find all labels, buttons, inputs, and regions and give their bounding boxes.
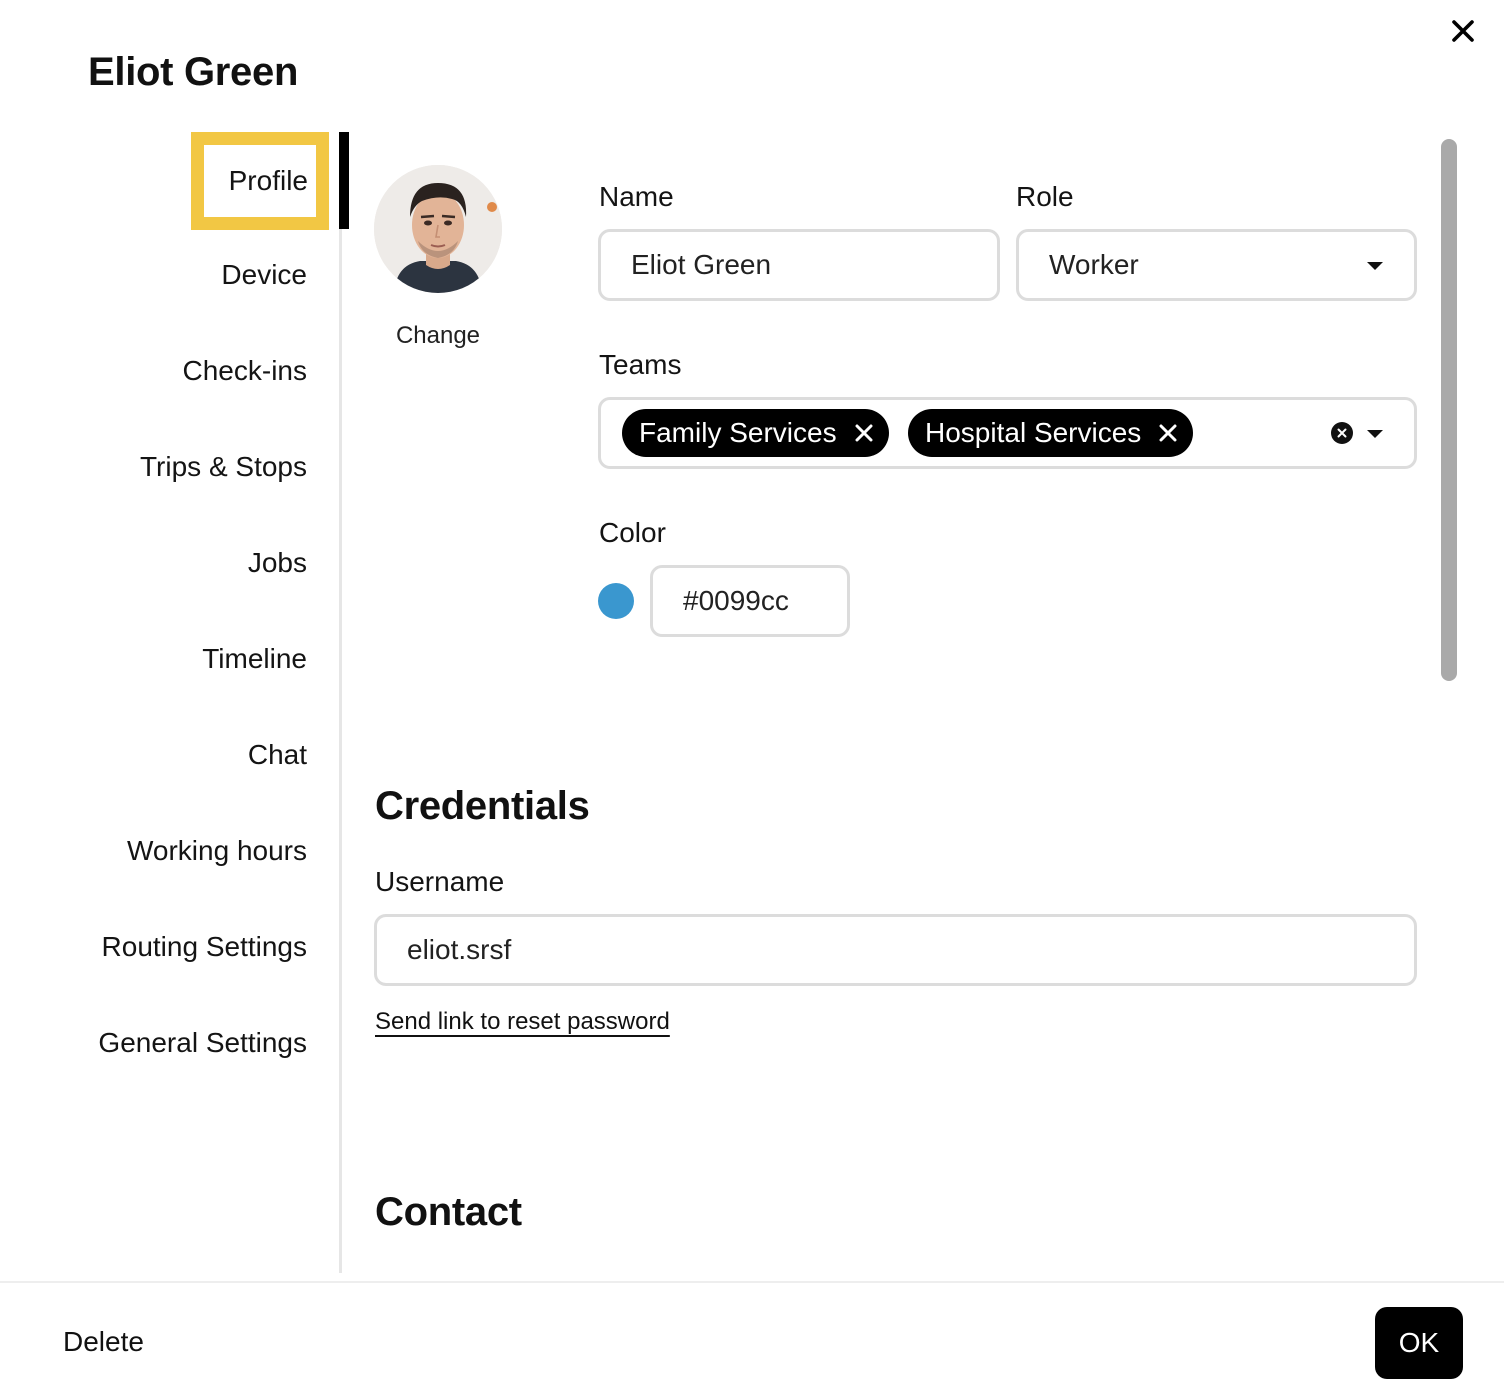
sidebar-item-chat[interactable]: Chat (248, 739, 307, 771)
close-button[interactable] (1446, 14, 1480, 48)
sidebar-item-check-ins[interactable]: Check-ins (183, 355, 307, 387)
role-value: Worker (1049, 249, 1139, 280)
sidebar-divider (339, 132, 342, 1273)
chevron-down-icon (1367, 262, 1383, 270)
team-chip: Hospital Services (908, 409, 1194, 457)
sidebar-item-timeline[interactable]: Timeline (202, 643, 307, 675)
name-field[interactable] (598, 229, 1000, 301)
clear-icon (1337, 428, 1347, 438)
teams-label: Teams (599, 349, 682, 380)
team-chip: Family Services (622, 409, 889, 457)
credentials-heading: Credentials (375, 784, 590, 828)
dialog-footer (0, 1281, 1504, 1396)
change-avatar-button[interactable]: Change (374, 322, 502, 350)
name-input[interactable] (631, 249, 997, 281)
delete-button[interactable]: Delete (63, 1326, 144, 1358)
sidebar-item-general-settings[interactable]: General Settings (98, 1027, 307, 1059)
scrollbar[interactable] (1441, 139, 1457, 681)
sidebar-item-working-hours[interactable]: Working hours (127, 835, 307, 867)
ok-button[interactable]: OK (1375, 1307, 1463, 1379)
avatar-photo (374, 165, 502, 293)
username-input[interactable] (407, 934, 1414, 966)
team-chip-label: Hospital Services (925, 417, 1142, 448)
sidebar-item-profile[interactable]: Profile (191, 132, 329, 230)
avatar[interactable] (374, 165, 502, 293)
remove-team-button[interactable] (855, 424, 873, 442)
color-swatch[interactable] (598, 583, 634, 619)
clear-teams-button[interactable] (1331, 422, 1353, 444)
sidebar-item-trips-stops[interactable]: Trips & Stops (140, 451, 307, 483)
role-select[interactable]: Worker (1016, 229, 1417, 301)
active-tab-indicator (339, 132, 349, 229)
close-icon (1452, 20, 1474, 42)
sidebar-item-device[interactable]: Device (221, 259, 307, 291)
name-label: Name (599, 181, 674, 212)
role-label: Role (1016, 181, 1074, 212)
page-title: Eliot Green (88, 50, 299, 94)
username-field[interactable] (374, 914, 1417, 986)
contact-heading: Contact (375, 1190, 522, 1234)
color-field[interactable] (650, 565, 850, 637)
close-icon (855, 424, 873, 442)
team-chip-label: Family Services (639, 417, 837, 448)
username-label: Username (375, 866, 505, 897)
close-icon (1159, 424, 1177, 442)
color-label: Color (599, 517, 666, 548)
color-input[interactable] (683, 585, 847, 617)
sidebar-item-routing-settings[interactable]: Routing Settings (102, 931, 307, 963)
chevron-down-icon[interactable] (1367, 430, 1383, 438)
sidebar-item-label: Profile (228, 165, 308, 196)
reset-password-link[interactable]: Send link to reset password (375, 1008, 670, 1036)
sidebar-item-jobs[interactable]: Jobs (248, 547, 307, 579)
remove-team-button[interactable] (1159, 424, 1177, 442)
